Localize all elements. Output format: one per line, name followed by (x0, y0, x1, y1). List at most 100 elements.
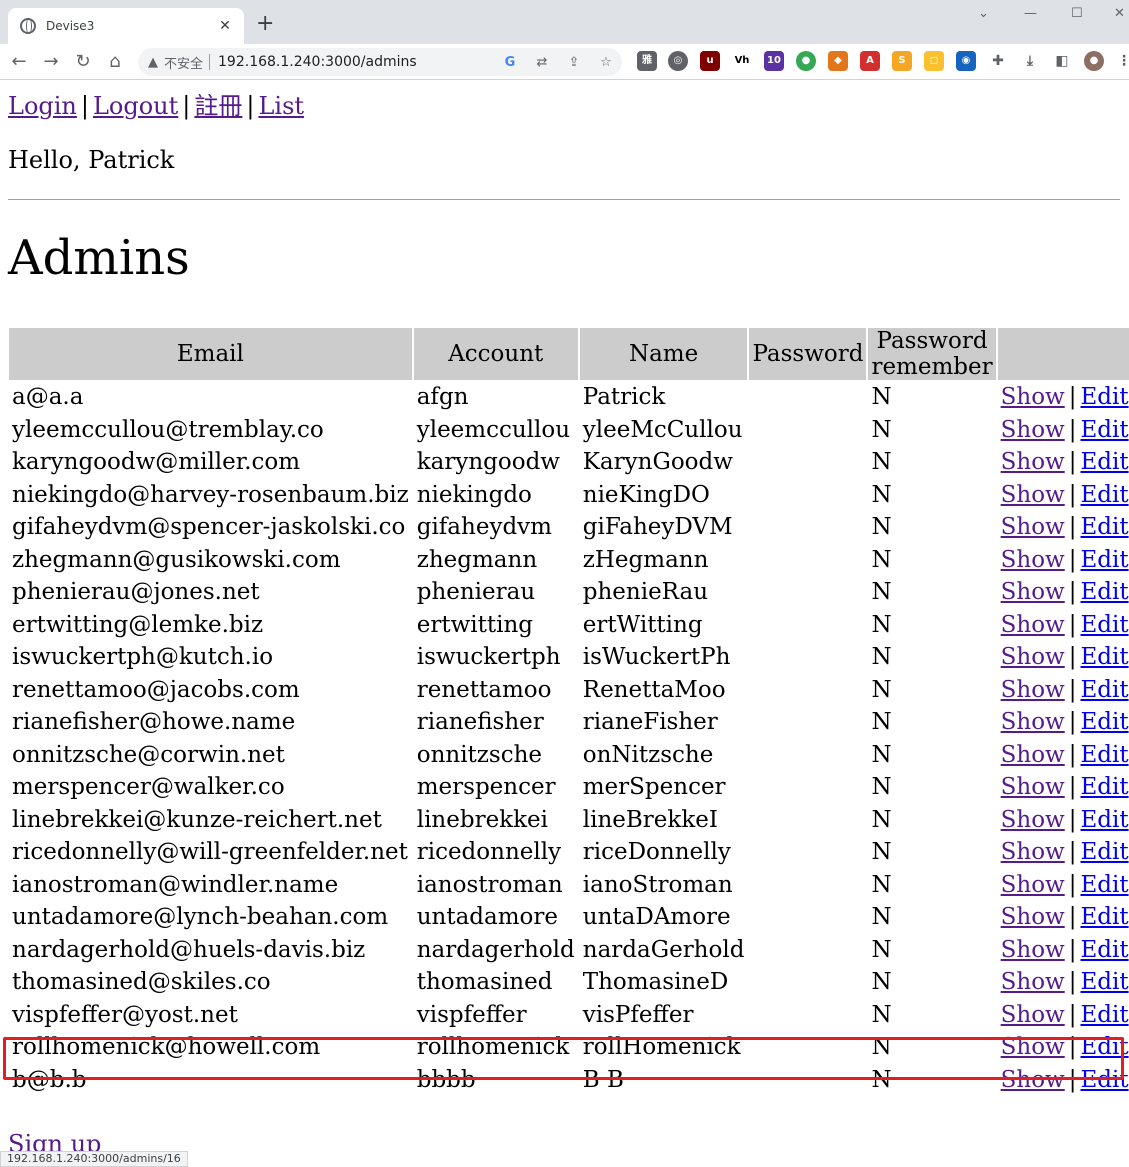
metamask-icon[interactable]: ◆ (828, 51, 848, 71)
edit-link[interactable]: Edit (1080, 709, 1128, 735)
show-link[interactable]: Show (1001, 839, 1065, 865)
password-cell (749, 967, 866, 998)
email-cell: ianostroman@windler.name (12, 871, 339, 898)
show-link[interactable]: Show (1001, 969, 1065, 995)
show-link[interactable]: Show (1001, 579, 1065, 605)
edit-link[interactable]: Edit (1080, 449, 1128, 475)
password-remember-cell: N (871, 871, 892, 898)
avatar[interactable]: ● (1084, 51, 1104, 71)
minimize-icon[interactable]: — (1024, 6, 1037, 21)
extension-icon[interactable]: ● (796, 51, 816, 71)
edit-link[interactable]: Edit (1080, 547, 1128, 573)
show-link[interactable]: Show (1001, 774, 1065, 800)
edit-link[interactable]: Edit (1080, 482, 1128, 508)
edit-link[interactable]: Edit (1080, 579, 1128, 605)
puzzle-icon[interactable]: ✚ (988, 51, 1008, 71)
extension-icon[interactable]: 雅 (637, 51, 657, 71)
show-link[interactable]: Show (1001, 872, 1065, 898)
home-icon[interactable]: ⌂ (104, 51, 126, 73)
translate-icon[interactable]: ⇄ (526, 55, 558, 70)
action-separator: | (1068, 969, 1077, 996)
password-cell (749, 382, 866, 413)
show-link[interactable]: Show (1001, 482, 1065, 508)
show-link[interactable]: Show (1001, 742, 1065, 768)
security-label[interactable]: 不安全 (164, 53, 203, 72)
address-bar[interactable]: ▲ 不安全 192.168.1.240:3000/admins G ⇄ ⇪ ☆ (138, 48, 622, 76)
maximize-icon[interactable]: ☐ (1071, 6, 1083, 21)
show-link[interactable]: Show (1001, 709, 1065, 735)
pdf-icon[interactable]: A (860, 51, 880, 71)
edit-link[interactable]: Edit (1080, 677, 1128, 703)
actions-cell: Show | Edit (998, 675, 1129, 706)
password-remember-cell: N (871, 1066, 892, 1093)
show-link[interactable]: Show (1001, 1034, 1065, 1060)
list-link[interactable]: List (258, 92, 304, 120)
edit-link[interactable]: Edit (1080, 1034, 1128, 1060)
extension-icon[interactable]: S (892, 51, 912, 71)
action-separator: | (1068, 579, 1077, 606)
account-cell: untadamore (416, 904, 558, 931)
edit-link[interactable]: Edit (1080, 969, 1128, 995)
back-icon[interactable]: ← (8, 51, 30, 73)
show-link[interactable]: Show (1001, 1002, 1065, 1028)
edit-link[interactable]: Edit (1080, 384, 1128, 410)
email-cell: karyngoodw@miller.com (12, 449, 301, 476)
show-link[interactable]: Show (1001, 807, 1065, 833)
edit-link[interactable]: Edit (1080, 904, 1128, 930)
sidepanel-icon[interactable]: ◧ (1052, 51, 1072, 71)
menu-icon[interactable]: ⋮ (1114, 51, 1129, 71)
show-link[interactable]: Show (1001, 417, 1065, 443)
edit-link[interactable]: Edit (1080, 937, 1128, 963)
vh-icon[interactable]: Vh (732, 51, 752, 71)
close-icon[interactable]: ✕ (216, 18, 234, 34)
show-link[interactable]: Show (1001, 937, 1065, 963)
forward-icon[interactable]: → (40, 51, 62, 73)
edit-link[interactable]: Edit (1080, 742, 1128, 768)
register-link[interactable]: 註冊 (194, 92, 242, 120)
chevron-down-icon[interactable]: ⌄ (978, 6, 989, 21)
show-link[interactable]: Show (1001, 612, 1065, 638)
new-tab-button[interactable]: + (256, 12, 274, 36)
actions-cell: Show | Edit (998, 577, 1129, 608)
email-cell: niekingdo@harvey-rosenbaum.biz (12, 481, 409, 508)
actions-cell: Show | Edit (998, 1065, 1129, 1096)
google-icon[interactable]: G (494, 55, 526, 70)
show-link[interactable]: Show (1001, 644, 1065, 670)
table-row: a@a.a afgn Patrick N Show | Edit (9, 382, 1129, 413)
star-icon[interactable]: ☆ (590, 55, 622, 70)
edit-link[interactable]: Edit (1080, 807, 1128, 833)
edit-link[interactable]: Edit (1080, 1067, 1128, 1093)
share-icon[interactable]: ⇪ (558, 55, 590, 70)
edit-link[interactable]: Edit (1080, 839, 1128, 865)
edit-link[interactable]: Edit (1080, 514, 1128, 540)
show-link[interactable]: Show (1001, 547, 1065, 573)
extension-icon[interactable]: ◎ (668, 51, 688, 71)
show-link[interactable]: Show (1001, 904, 1065, 930)
edit-link[interactable]: Edit (1080, 644, 1128, 670)
show-link[interactable]: Show (1001, 677, 1065, 703)
show-link[interactable]: Show (1001, 514, 1065, 540)
edit-link[interactable]: Edit (1080, 612, 1128, 638)
logout-link[interactable]: Logout (93, 92, 178, 120)
ublock-icon[interactable]: u (700, 51, 720, 71)
edit-link[interactable]: Edit (1080, 1002, 1128, 1028)
login-link[interactable]: Login (8, 92, 77, 120)
show-link[interactable]: Show (1001, 1067, 1065, 1093)
warning-icon[interactable]: ▲ (148, 55, 158, 70)
browser-tab[interactable]: Devise3 ✕ (8, 8, 244, 44)
edit-link[interactable]: Edit (1080, 872, 1128, 898)
table-row: vispfeffer@yost.net vispfeffer visPfeffer N… (9, 1000, 1129, 1031)
url-text[interactable]: 192.168.1.240:3000/admins (218, 54, 494, 70)
extension-icon[interactable]: ◉ (956, 51, 976, 71)
download-icon[interactable]: ⤓ (1020, 51, 1040, 71)
reload-icon[interactable]: ↻ (72, 51, 94, 73)
actions-cell: Show | Edit (998, 902, 1129, 933)
window-close-icon[interactable]: ✕ (1114, 6, 1125, 21)
extension-badge-icon[interactable]: 10 (764, 51, 784, 71)
show-link[interactable]: Show (1001, 384, 1065, 410)
edit-link[interactable]: Edit (1080, 417, 1128, 443)
show-link[interactable]: Show (1001, 449, 1065, 475)
edit-link[interactable]: Edit (1080, 774, 1128, 800)
name-cell: merSpencer (582, 774, 726, 801)
extension-icon[interactable]: ◻ (924, 51, 944, 71)
